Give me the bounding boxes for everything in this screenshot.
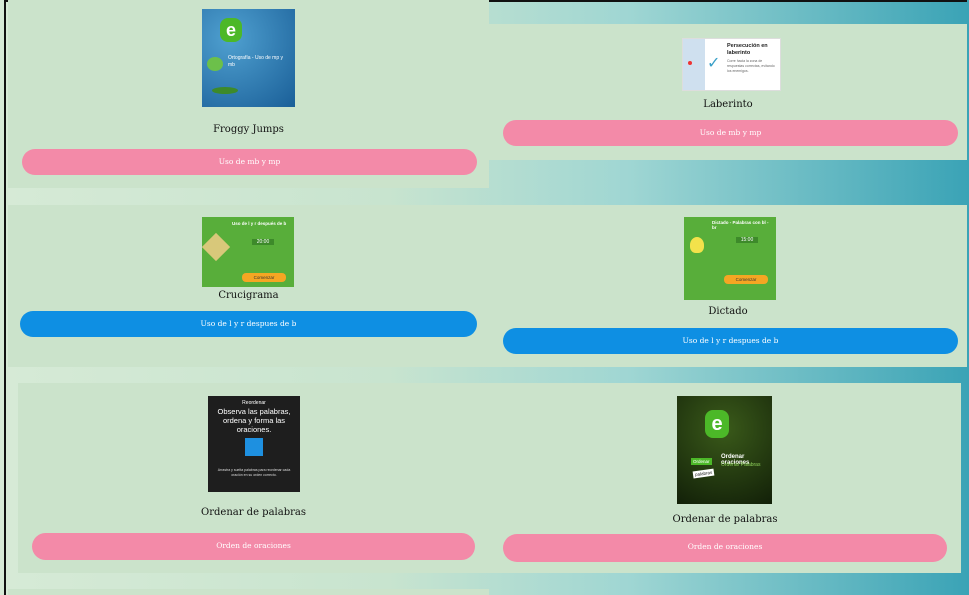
play-icon [245, 438, 263, 456]
activity-card-ordenar-oraciones: e Ordenar oraciones Ordenar Palabras Ord… [489, 383, 961, 573]
activity-button[interactable]: Uso de l y r despues de b [20, 311, 477, 337]
thumbnail-timer: 15:00 [736, 237, 758, 243]
card-title: Dictado [708, 306, 748, 317]
thumbnail-subtitle: Corre hacia la zona de respuestas correc… [727, 59, 775, 73]
thumbnail-timer: 20:00 [252, 239, 274, 245]
frog-icon [207, 57, 223, 71]
thumbnail-title: Dictado - Palabras con bl - br [712, 220, 769, 230]
ordenar-oraciones-thumbnail[interactable]: e Ordenar oraciones Ordenar Palabras Ord… [677, 396, 772, 504]
thumbnail-start-button: Comenzar [242, 273, 286, 282]
thumbnail-heading: Reordenar [242, 400, 266, 406]
e-logo-icon: e [705, 410, 729, 438]
thumbnail-start-button: Comenzar [724, 275, 768, 284]
crossword-icon [202, 232, 231, 262]
activity-button[interactable]: Orden de oraciones [32, 533, 475, 560]
activity-card-dictado: Dictado - Palabras con bl - br 15:00 Com… [489, 205, 967, 367]
card-title: Ordenar de palabras [201, 507, 306, 518]
thumbnail-instruction: Observa las palabras, ordena y forma las… [217, 407, 291, 434]
thumbnail-subtitle: Ordenar Palabras [721, 462, 761, 468]
activity-card-crucigrama: Uso de l y r después de b 20:00 Comenzar… [8, 205, 489, 367]
thumbnail-description: Arrastra y suelta palabras para reordena… [217, 468, 291, 477]
froggy-jumps-thumbnail[interactable]: e Ortografía - Uso de mp y mb [202, 9, 295, 107]
activity-card-froggy-jumps: e Ortografía - Uso de mp y mb Froggy Jum… [8, 0, 489, 188]
ordenar-palabras-thumbnail[interactable]: Reordenar Observa las palabras, ordena y… [208, 396, 300, 492]
thumbnail-title: Persecución en laberinto [727, 43, 768, 56]
maze-map [683, 39, 705, 90]
lightbulb-icon [690, 237, 704, 253]
activity-card-laberinto: ✓ Persecución en laberinto Corre hacia l… [489, 24, 967, 160]
card-title: Froggy Jumps [213, 124, 284, 135]
crucigrama-thumbnail[interactable]: Uso de l y r después de b 20:00 Comenzar [202, 217, 294, 287]
e-logo-icon: e [220, 18, 242, 42]
thumbnail-title: Uso de l y r después de b [232, 221, 287, 226]
activity-card-ordenar-palabras: Reordenar Observa las palabras, ordena y… [18, 383, 489, 573]
activity-button[interactable]: Uso de mb y mp [503, 120, 958, 146]
activity-button[interactable]: Uso de l y r despues de b [503, 328, 958, 354]
card-title: Ordenar de palabras [672, 514, 778, 525]
bottom-card-edge [8, 589, 489, 595]
card-title: Crucigrama [218, 290, 279, 301]
laberinto-thumbnail[interactable]: ✓ Persecución en laberinto Corre hacia l… [682, 38, 781, 91]
card-title: Laberinto [703, 99, 753, 110]
thumbnail-tag-palabras: palabras [692, 468, 715, 479]
dictado-thumbnail[interactable]: Dictado - Palabras con bl - br 15:00 Com… [684, 217, 776, 300]
activity-button[interactable]: Orden de oraciones [503, 534, 947, 562]
lily-pad-icon [212, 87, 238, 94]
thumbnail-tag-ordenar: Ordenar [691, 458, 712, 465]
activity-button[interactable]: Uso de mb y mp [22, 149, 477, 175]
red-dot-icon [688, 61, 692, 65]
check-icon: ✓ [707, 53, 721, 72]
thumbnail-text: Ortografía - Uso de mp y mb [228, 55, 284, 68]
